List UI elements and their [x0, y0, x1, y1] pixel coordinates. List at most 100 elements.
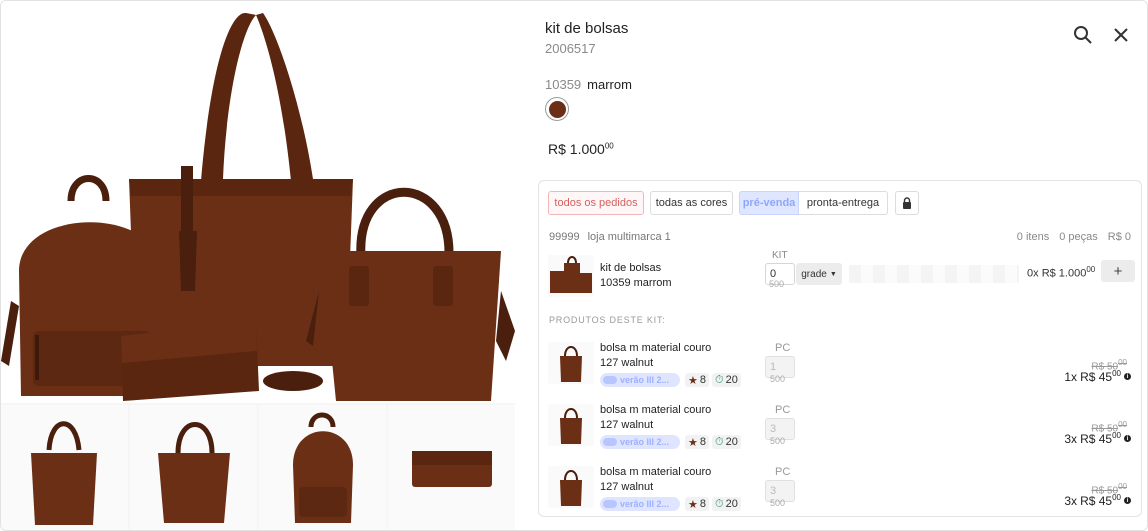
thumbnail-handbag[interactable] — [130, 405, 257, 530]
info-icon[interactable]: i — [1124, 497, 1131, 504]
unit-price: 3x R$ 4500 i — [1064, 493, 1131, 508]
quantity-multiplier: 1x — [1064, 369, 1078, 384]
kit-product-color: 127 walnut — [600, 357, 654, 369]
product-price: R$ 1.00000 — [548, 141, 614, 157]
color-swatch[interactable] — [545, 97, 569, 121]
price-value: R$ 45 — [1080, 370, 1113, 384]
old-price-cents: 00 — [1118, 358, 1127, 367]
kit-total: 0x R$ 1.00000 — [1027, 265, 1095, 280]
timer-icon: ⏱ — [715, 497, 724, 510]
thumbnail-strip — [1, 405, 515, 530]
kit-color: 10359 marrom — [600, 277, 672, 289]
kit-total-cents: 00 — [1086, 265, 1096, 274]
product-code: 2006517 — [545, 41, 596, 56]
collection-dot-icon — [603, 376, 617, 384]
total-value: R$ 0 — [1107, 231, 1131, 243]
collection-dot-icon — [603, 500, 617, 508]
kit-product-color: 127 walnut — [600, 419, 654, 431]
thumbnail-tote[interactable] — [1, 405, 128, 530]
kit-product-quantity-max: 500 — [770, 498, 786, 508]
product-title: kit de bolsas — [545, 20, 629, 37]
rating-badge: ★ 8 — [685, 497, 709, 511]
info-icon[interactable]: i — [1124, 435, 1131, 442]
thumbnail-wallet[interactable] — [388, 405, 515, 530]
total-pieces: 0 peças — [1059, 231, 1098, 243]
price-cents: 00 — [1112, 493, 1121, 502]
toggle-ready-delivery[interactable]: pronta-entrega — [799, 191, 888, 215]
order-totals: 0 itens 0 peças R$ 0 — [1017, 231, 1131, 243]
old-price-cents: 00 — [1118, 420, 1127, 429]
kit-product-name: bolsa m material couro — [600, 466, 712, 478]
star-icon: ★ — [688, 436, 698, 449]
kit-product-name: bolsa m material couro — [600, 404, 712, 416]
kit-product-color: 127 walnut — [600, 481, 654, 493]
timer-badge: ⏱ 20 — [712, 435, 741, 449]
kit-product-thumbnail[interactable] — [548, 404, 594, 446]
old-price-cents: 00 — [1118, 482, 1127, 491]
rating-value: 8 — [699, 436, 706, 448]
product-details-panel: kit de bolsas 2006517 10359 marrom R$ 1.0… — [515, 1, 1147, 530]
collection-badge: verão III 2... — [600, 373, 680, 387]
store-info: 99999 loja multimarca 1 — [549, 231, 671, 243]
price-cents: 00 — [1112, 369, 1121, 378]
tote-bag-image — [129, 12, 353, 366]
pc-label: PC — [775, 466, 791, 478]
collection-name: verão III 2... — [620, 437, 670, 447]
rating-value: 8 — [699, 498, 706, 510]
color-info: 10359 marrom — [545, 77, 632, 92]
price-value: R$ 45 — [1080, 494, 1113, 508]
collection-badge: verão III 2... — [600, 497, 680, 511]
rating-badge: ★ 8 — [685, 435, 709, 449]
grade-label: grade — [801, 268, 827, 280]
close-icon[interactable] — [1109, 23, 1133, 47]
store-name: loja multimarca 1 — [587, 231, 671, 243]
collection-name: verão III 2... — [620, 499, 670, 509]
timer-icon: ⏱ — [715, 435, 724, 448]
collection-name: verão III 2... — [620, 375, 670, 385]
pc-label: PC — [775, 404, 791, 416]
kit-quantity-max: 500 — [769, 279, 785, 289]
grade-dropdown[interactable]: grade ▼ — [796, 263, 842, 285]
kit-product-name: bolsa m material couro — [600, 342, 712, 354]
kit-product-quantity-max: 500 — [770, 374, 786, 384]
kit-product-thumbnail[interactable] — [548, 342, 594, 384]
price-value: R$ 45 — [1080, 432, 1113, 446]
kit-product-quantity-max: 500 — [770, 436, 786, 446]
unit-price: 1x R$ 4500 i — [1064, 369, 1131, 384]
price-value: R$ 1.000 — [548, 141, 605, 157]
price-cents: 00 — [1112, 431, 1121, 440]
price-cents: 00 — [604, 141, 614, 151]
grade-sizes-bar — [849, 265, 1019, 283]
order-box: todos os pedidos todas as cores pré-vend… — [538, 180, 1142, 517]
timer-value: 20 — [725, 436, 738, 448]
thumbnail-backpack[interactable] — [259, 405, 386, 530]
unit-price: 3x R$ 4500 i — [1064, 431, 1131, 446]
timer-badge: ⏱ 20 — [712, 497, 741, 511]
color-name: marrom — [587, 77, 632, 92]
pc-label: PC — [775, 342, 791, 354]
rating-badge: ★ 8 — [685, 373, 709, 387]
swatch-fill — [548, 100, 566, 118]
quantity-multiplier: 3x — [1064, 431, 1078, 446]
search-icon[interactable] — [1071, 23, 1095, 47]
caret-down-icon: ▼ — [829, 270, 837, 278]
color-code: 10359 — [545, 77, 582, 92]
kit-products-label: PRODUTOS DESTE KIT: — [549, 315, 666, 325]
star-icon: ★ — [688, 374, 698, 387]
filter-all-orders[interactable]: todos os pedidos — [548, 191, 644, 215]
kit-name: kit de bolsas — [600, 262, 662, 274]
info-icon[interactable]: i — [1124, 373, 1131, 380]
kit-total-price: R$ 1.000 — [1041, 267, 1087, 280]
kit-product-thumbnail[interactable] — [548, 466, 594, 508]
star-icon: ★ — [688, 498, 698, 511]
collection-dot-icon — [603, 438, 617, 446]
kit-column-label: KIT — [772, 250, 788, 261]
main-product-image[interactable] — [1, 1, 515, 403]
kit-thumbnail[interactable] — [548, 255, 594, 297]
add-kit-button[interactable]: + — [1101, 260, 1135, 282]
product-modal: kit de bolsas 2006517 10359 marrom R$ 1.0… — [0, 0, 1148, 531]
kit-total-mult: 0x — [1027, 267, 1039, 280]
filter-all-colors[interactable]: todas as cores — [650, 191, 733, 215]
toggle-pre-sale[interactable]: pré-venda — [739, 191, 799, 215]
lock-icon[interactable] — [895, 191, 919, 215]
